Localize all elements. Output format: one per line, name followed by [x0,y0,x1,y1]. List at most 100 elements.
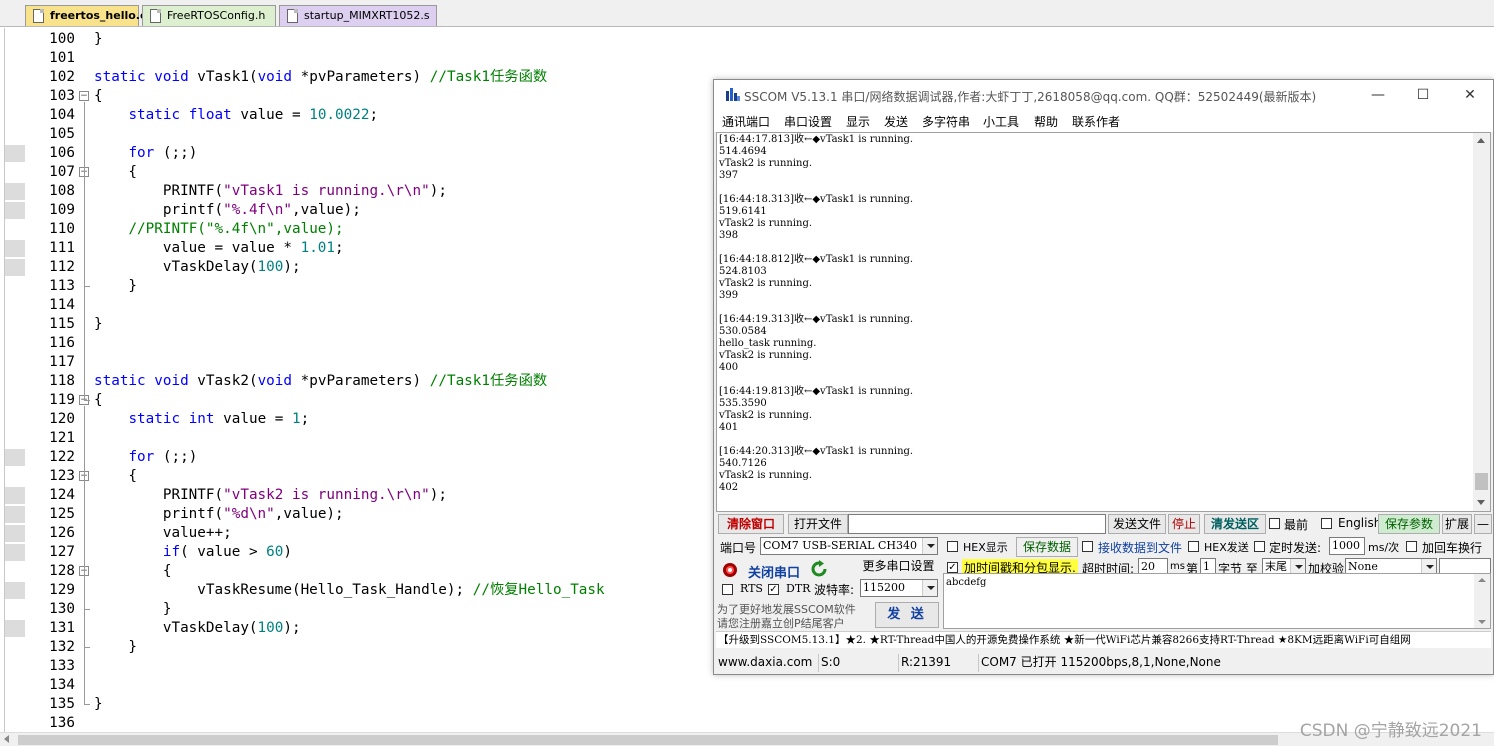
line-number: 128 [49,563,75,579]
send-text-area[interactable]: abcdefg [943,573,1491,629]
chevron-down-icon [922,538,937,554]
dtr-checkbox[interactable]: ✓ [768,584,779,595]
code-line[interactable]: 100} [0,30,1494,49]
line-number: 133 [49,658,75,674]
interval-input[interactable]: 1000 [1329,537,1365,555]
menu-item[interactable]: 多字符串 [922,113,970,130]
code-text: if( value > 60) [162,544,292,560]
receive-line: vTask2 is running. [719,158,813,169]
code-line[interactable]: 134 [0,676,1494,695]
menu-item[interactable]: 串口设置 [784,113,832,130]
sscom-title-bar[interactable]: SSCOM V5.13.1 串口/网络数据调试器,作者:大虾丁丁,2618058… [714,80,1493,110]
code-line[interactable]: 101 [0,49,1494,68]
collapse-button[interactable]: — [1474,514,1492,534]
more-port-settings-button[interactable]: 更多串口设置 [859,557,938,577]
scroll-thumb[interactable] [1475,473,1488,490]
news-ticker[interactable]: 【升级到SSCOM5.13.1】★2. ★RT-Thread中国人的开源免费操作… [716,631,1491,648]
menu-item[interactable]: 发送 [884,113,908,130]
menu-item[interactable]: 显示 [846,113,870,130]
save-params-button[interactable]: 保存参数 [1378,514,1440,534]
refresh-icon[interactable] [810,560,828,578]
scroll-left-icon[interactable] [4,735,9,743]
send-file-button[interactable]: 发送文件 [1108,514,1166,534]
line-number: 113 [49,278,75,294]
line-number: 105 [49,126,75,142]
receive-area[interactable]: [16:44:17.813]收←◆vTask1 is running. 514.4… [716,132,1491,512]
line-number: 108 [49,183,75,199]
close-button[interactable]: ✕ [1447,80,1493,110]
hex-display-checkbox[interactable] [947,541,958,552]
code-line[interactable]: 135} [0,695,1494,714]
scroll-up-icon[interactable] [1477,138,1485,143]
scroll-up-icon[interactable] [1478,578,1486,582]
tab-freertos-hello-c[interactable]: freertos_hello.c [25,5,147,26]
line-number: 104 [49,107,75,123]
editor-horizontal-scrollbar[interactable] [0,732,1494,746]
code-line[interactable]: 136 [0,714,1494,733]
close-port-button[interactable]: 关闭串口 [748,562,800,581]
receive-scrollbar[interactable] [1473,133,1490,511]
hex-display-label: HEX显示 [963,541,1008,554]
send-scrollbar[interactable] [1474,574,1490,628]
timed-send-checkbox[interactable] [1254,541,1265,552]
add-crlf-checkbox[interactable] [1406,541,1417,552]
line-number: 135 [49,696,75,712]
line-number: 123 [49,468,75,484]
expand-button[interactable]: 扩展 [1442,514,1472,534]
tab-startup-s[interactable]: startup_MIMXRT1052.s [279,5,437,26]
send-button[interactable]: 发 送 [875,602,939,628]
receive-line: hello_task running. [719,338,817,349]
menu-item[interactable]: 通讯端口 [722,113,770,130]
line-number: 101 [49,50,75,66]
fold-toggle-icon[interactable]: − [79,91,89,101]
menu-bar: 通讯端口 串口设置 显示 发送 多字符串 小工具 帮助 联系作者 [714,110,1493,132]
scroll-down-icon[interactable] [1477,500,1485,505]
code-text: //PRINTF("%.4f\n",value); [128,221,344,237]
window-title: SSCOM V5.13.1 串口/网络数据调试器,作者:大虾丁丁,2618058… [744,90,1317,104]
line-number: 124 [49,487,75,503]
rts-label: RTS [740,582,763,595]
minimize-button[interactable]: — [1355,80,1401,110]
code-text: vTaskDelay(100); [94,259,301,275]
status-site[interactable]: www.daxia.com [716,654,816,672]
clear-window-button[interactable]: 清除窗口 [718,514,784,534]
interval-unit: ms/次 [1368,541,1400,554]
open-file-button[interactable]: 打开文件 [788,514,848,534]
baud-select[interactable]: 115200 [860,579,938,597]
receive-line: [16:44:19.813]收←◆vTask1 is running. [719,386,914,397]
port-select[interactable]: COM7 USB-SERIAL CH340 [760,537,938,555]
line-number: 130 [49,601,75,617]
scroll-down-icon[interactable] [1478,620,1486,624]
menu-item[interactable]: 帮助 [1034,113,1058,130]
recv-to-file-checkbox[interactable] [1082,541,1093,552]
timestamp-checkbox[interactable]: ✓ [947,562,958,573]
status-port-state: COM7 已打开 115200bps,8,1,None,None [978,654,1488,672]
rts-checkbox[interactable] [722,584,733,595]
menu-item[interactable]: 联系作者 [1072,113,1120,130]
promo-line-2[interactable]: 请您注册嘉立创P结尾客户 [717,615,845,631]
stop-button[interactable]: 停止 [1168,514,1200,534]
maximize-button[interactable]: ☐ [1400,80,1446,110]
tab-freertosconfig-h[interactable]: FreeRTOSConfig.h [142,5,276,26]
line-number: 129 [49,582,75,598]
scroll-thumb[interactable] [18,735,1278,745]
english-checkbox[interactable] [1321,518,1332,529]
fold-end-mark [84,609,90,610]
file-icon [33,9,44,23]
menu-item[interactable]: 小工具 [983,113,1019,130]
receive-line: 401 [719,422,739,433]
file-path-input[interactable] [848,514,1106,534]
line-number: 110 [49,221,75,237]
clear-send-button[interactable]: 清发送区 [1204,514,1266,534]
save-data-button[interactable]: 保存数据 [1016,537,1078,557]
port-num-label: 端口号 [720,541,757,555]
line-number: 109 [49,202,75,218]
hex-send-checkbox[interactable] [1188,541,1199,552]
line-number: 106 [49,145,75,161]
add-crlf-label: 加回车换行 [1422,541,1483,555]
topmost-checkbox[interactable] [1269,518,1280,529]
dtr-label: DTR [786,582,811,595]
line-number: 114 [49,297,75,313]
tab-label: FreeRTOSConfig.h [167,9,266,22]
baud-label: 波特率: [814,583,855,597]
